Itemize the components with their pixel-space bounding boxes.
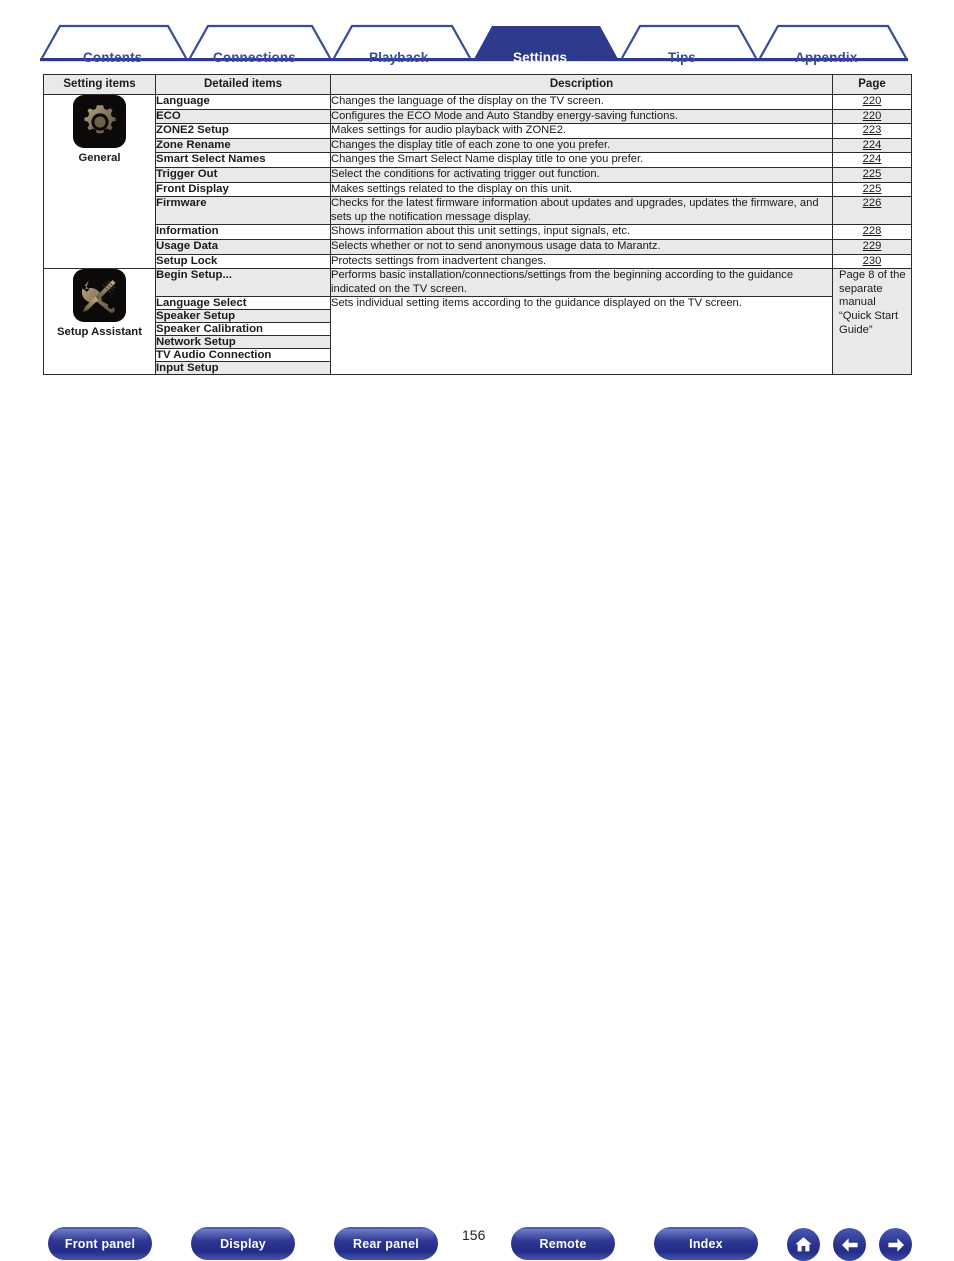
- table-row: Setup Assistant Begin Setup... Performs …: [43, 268, 912, 376]
- detail-item: Language Select: [155, 296, 331, 311]
- description: Shows information about this unit settin…: [330, 224, 833, 240]
- header-detailed-items: Detailed items: [155, 74, 331, 95]
- page-cell: 224: [832, 152, 912, 168]
- tab-playback[interactable]: Playback: [369, 50, 428, 65]
- description: Configures the ECO Mode and Auto Standby…: [330, 108, 833, 125]
- description: Selects whether or not to send anonymous…: [330, 238, 833, 255]
- page-link[interactable]: 220: [863, 95, 882, 107]
- page-cell: 229: [832, 238, 912, 255]
- wrench-screwdriver-icon: [73, 269, 126, 323]
- arrow-left-icon[interactable]: [833, 1228, 866, 1261]
- header-setting-items: Setting items: [43, 74, 156, 95]
- header-page: Page: [832, 74, 912, 95]
- header-description: Description: [330, 74, 833, 95]
- description: Changes the Smart Select Name display ti…: [330, 152, 833, 168]
- remote-button[interactable]: Remote: [511, 1227, 615, 1260]
- table-row: Setup Lock Protects settings from inadve…: [43, 253, 912, 270]
- page-link[interactable]: 225: [863, 168, 882, 180]
- table-row: Firmware Checks for the latest firmware …: [43, 196, 912, 226]
- table-row: ECO Configures the ECO Mode and Auto Sta…: [43, 108, 912, 125]
- table-row: Trigger Out Select the conditions for ac…: [43, 166, 912, 183]
- description: Changes the display title of each zone t…: [330, 137, 833, 154]
- footer-bar: Front panel Display Rear panel 156 Remot…: [0, 608, 954, 1261]
- detail-item: Information: [155, 224, 331, 240]
- tab-baseline: [40, 58, 908, 62]
- table-row: Front Display Makes settings related to …: [43, 181, 912, 198]
- description: Performs basic installation/connections/…: [330, 268, 833, 298]
- detail-item: Network Setup: [155, 335, 331, 350]
- page-note-cell: Page 8 of the separate manual “Quick Sta…: [832, 268, 912, 376]
- description: Select the conditions for activating tri…: [330, 166, 833, 183]
- page-cell: 228: [832, 224, 912, 240]
- detail-item: Language: [155, 94, 331, 110]
- table-row: Usage Data Selects whether or not to sen…: [43, 238, 912, 255]
- group-cell-setup-assistant: Setup Assistant: [43, 268, 156, 376]
- detail-item: TV Audio Connection: [155, 348, 331, 363]
- description: Makes settings related to the display on…: [330, 181, 833, 198]
- table-row: Zone Rename Changes the display title of…: [43, 137, 912, 154]
- detail-item: Setup Lock: [155, 253, 331, 270]
- detail-item: Speaker Setup: [155, 309, 331, 324]
- tab-appendix[interactable]: Appendix: [795, 50, 857, 65]
- detail-item: Input Setup: [155, 361, 331, 376]
- tab-tips[interactable]: Tips: [668, 50, 696, 65]
- page-cell: 226: [832, 196, 912, 226]
- tab-connections[interactable]: Connections: [213, 50, 296, 65]
- description: Checks for the latest firmware informati…: [330, 196, 833, 226]
- detail-item: Begin Setup...: [155, 268, 331, 298]
- page-cell: 223: [832, 123, 912, 139]
- display-button[interactable]: Display: [191, 1227, 295, 1260]
- table-header-row: Setting items Detailed items Description…: [43, 74, 912, 95]
- description: Changes the language of the display on t…: [330, 94, 833, 110]
- detail-item: Usage Data: [155, 238, 331, 255]
- page-link[interactable]: 228: [863, 225, 882, 237]
- top-tab-bar: Contents Connections Playback Settings T…: [0, 18, 954, 65]
- page-cell: 220: [832, 108, 912, 125]
- page-cell: 224: [832, 137, 912, 154]
- rear-panel-button[interactable]: Rear panel: [334, 1227, 438, 1260]
- detail-item: Zone Rename: [155, 137, 331, 154]
- detail-item: Trigger Out: [155, 166, 331, 183]
- page-cell: 220: [832, 94, 912, 110]
- table-row: Language Select Sets individual setting …: [43, 296, 912, 376]
- page-cell: 225: [832, 166, 912, 183]
- table-row: Smart Select Names Changes the Smart Sel…: [43, 152, 912, 168]
- group-label-general: General: [78, 152, 121, 164]
- page-link[interactable]: 220: [863, 110, 882, 122]
- tab-settings[interactable]: Settings: [513, 50, 567, 65]
- page-cell: 225: [832, 181, 912, 198]
- description: Protects settings from inadvertent chang…: [330, 253, 833, 270]
- detail-item: Firmware: [155, 196, 331, 226]
- page-link[interactable]: 230: [863, 255, 882, 267]
- detail-item: ZONE2 Setup: [155, 123, 331, 139]
- page-link[interactable]: 225: [863, 183, 882, 195]
- description: Makes settings for audio playback with Z…: [330, 123, 833, 139]
- detail-item: Smart Select Names: [155, 152, 331, 168]
- detail-item: Front Display: [155, 181, 331, 198]
- index-button[interactable]: Index: [654, 1227, 758, 1260]
- front-panel-button[interactable]: Front panel: [48, 1227, 152, 1260]
- page-link[interactable]: 229: [863, 240, 882, 252]
- arrow-right-icon[interactable]: [879, 1228, 912, 1261]
- page-link[interactable]: 224: [863, 153, 882, 165]
- gear-icon: [73, 95, 126, 148]
- home-icon[interactable]: [787, 1228, 820, 1261]
- group-label-setup-assistant: Setup Assistant: [57, 326, 142, 339]
- page-link[interactable]: 224: [863, 139, 882, 151]
- detail-item: Speaker Calibration: [155, 322, 331, 337]
- description: Sets individual setting items according …: [330, 296, 833, 376]
- table-row: General Language Changes the language of…: [43, 93, 912, 270]
- group-cell-general: General: [43, 93, 156, 270]
- tab-contents[interactable]: Contents: [83, 50, 142, 65]
- table-row: Information Shows information about this…: [43, 224, 912, 240]
- detail-item: ECO: [155, 108, 331, 125]
- page-number: 156: [462, 1227, 486, 1243]
- settings-overview-table: Setting items Detailed items Description…: [43, 74, 912, 376]
- page-link[interactable]: 223: [863, 124, 882, 136]
- table-row: ZONE2 Setup Makes settings for audio pla…: [43, 123, 912, 139]
- page-link[interactable]: 226: [863, 197, 882, 209]
- page-cell: 230: [832, 253, 912, 270]
